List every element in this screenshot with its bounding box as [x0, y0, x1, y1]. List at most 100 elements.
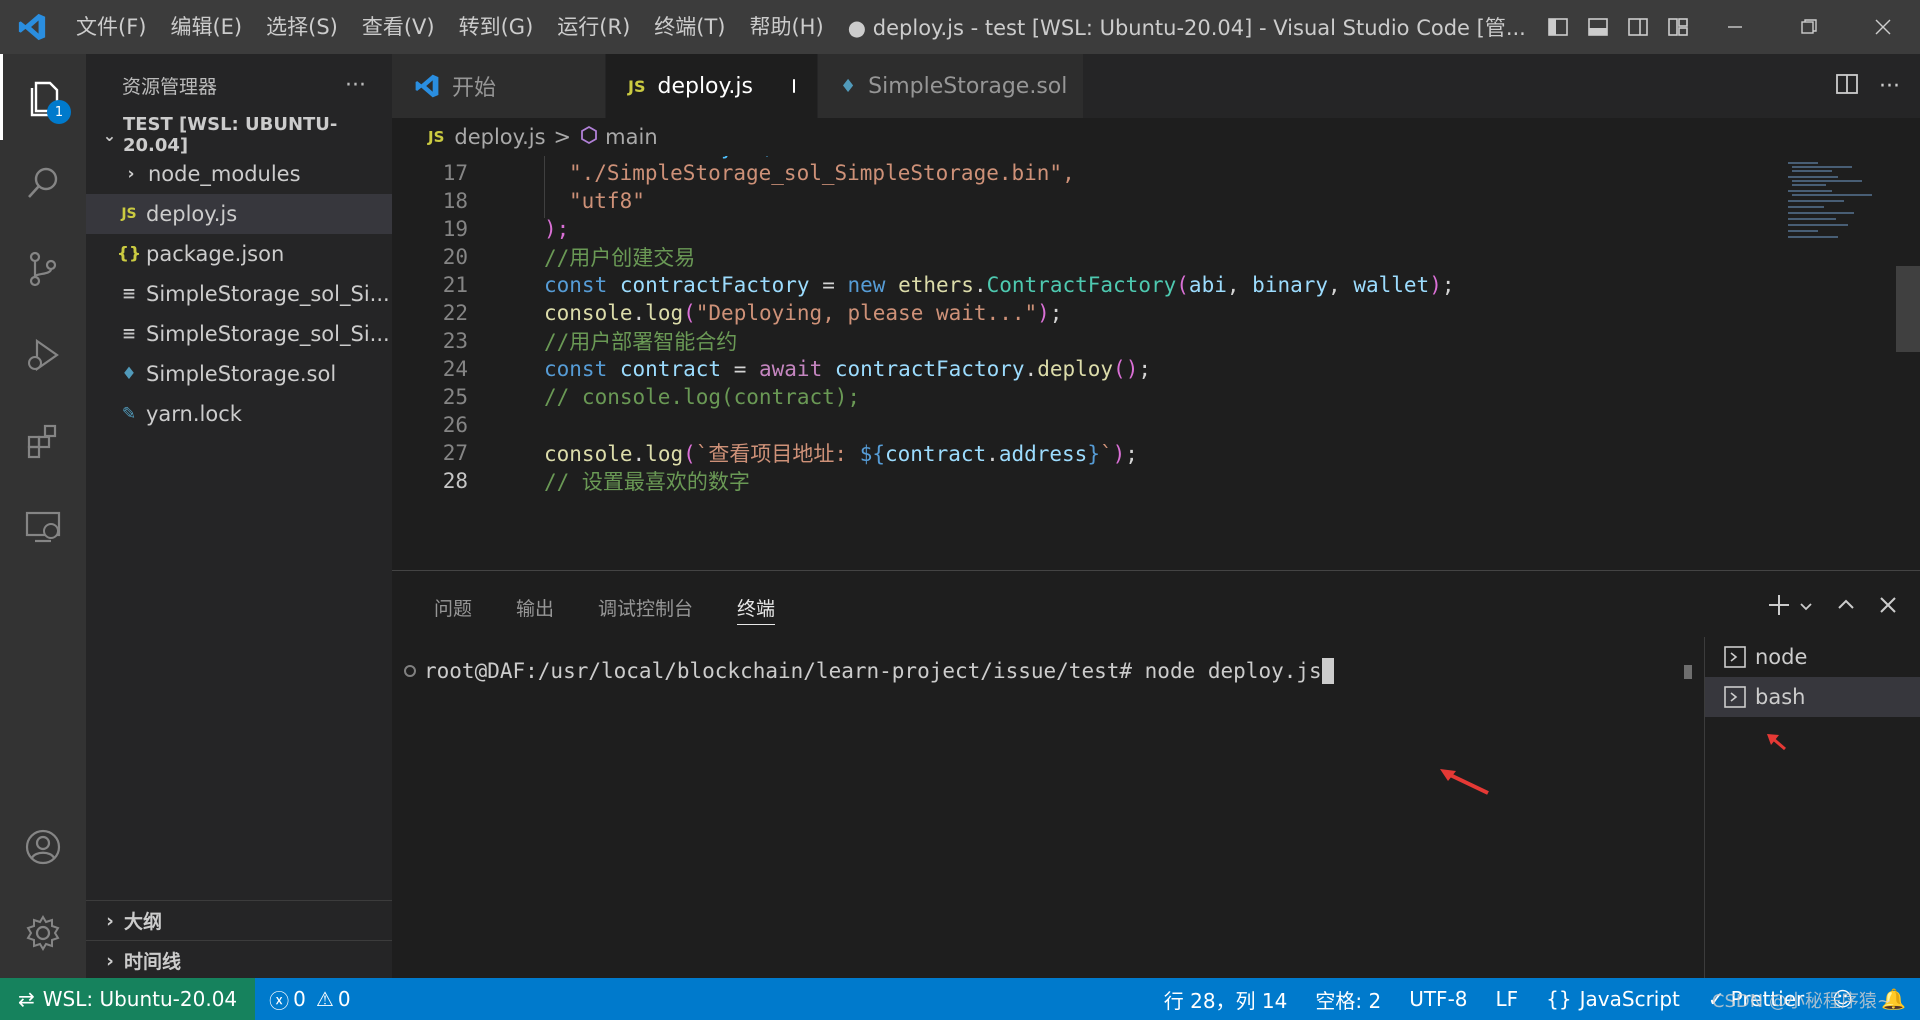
language-mode[interactable]: {} JavaScript [1532, 978, 1694, 1020]
encoding[interactable]: UTF-8 [1395, 978, 1481, 1020]
tab-debug-console[interactable]: 调试控制台 [576, 571, 715, 643]
line-number: 21 [442, 273, 468, 297]
source-control-icon[interactable] [0, 226, 86, 312]
tab-label: 开始 [452, 76, 497, 101]
code-text: const contractFactory = new ethers.Contr… [544, 273, 1455, 297]
workspace-label: TEST [WSL: UBUNTU-20.04] [122, 114, 338, 156]
remote-indicator[interactable]: ⇄ WSL: Ubuntu-20.04 [0, 978, 256, 1020]
code-text: // 设置最喜欢的数字 [544, 470, 750, 494]
remote-explorer-icon[interactable] [0, 484, 86, 570]
terminal-icon [1723, 645, 1747, 669]
tab-deploy-js[interactable]: JS deploy.js [606, 54, 818, 118]
code-text: ); [544, 217, 570, 241]
chevron-down-icon[interactable] [1798, 595, 1814, 619]
chevron-down-icon: ⌄ [102, 125, 117, 145]
tree-item-simplestorage-abi[interactable]: ≡ SimpleStorage_sol_Si... [86, 274, 392, 314]
tab-label: deploy.js [657, 73, 753, 99]
toggle-sidebar-icon[interactable] [1538, 0, 1578, 54]
tree-item-package-json[interactable]: {} package.json [86, 234, 392, 274]
tree-item-yarn-lock[interactable]: ✎ yarn.lock [86, 394, 392, 434]
menu-bar: 文件(F) 编辑(E) 选择(S) 查看(V) 转到(G) 运行(R) 终端(T… [64, 0, 836, 54]
terminal-tab-label: bash [1755, 685, 1806, 709]
tree-item-simplestorage-sol[interactable]: ♦ SimpleStorage.sol [86, 354, 392, 394]
close-button[interactable] [1846, 0, 1920, 54]
editor-tabs: 开始 JS deploy.js ♦ SimpleStorage.sol ··· [392, 54, 1920, 118]
tab-output[interactable]: 输出 [494, 571, 576, 643]
symbol-icon [579, 125, 599, 150]
more-actions-icon[interactable]: ··· [1879, 74, 1900, 99]
run-debug-icon[interactable] [0, 312, 86, 398]
tab-terminal[interactable]: 终端 [715, 571, 797, 643]
bottom-panel: 问题 输出 调试控制台 终端 root@DAF:/usr/local/block… [392, 570, 1920, 979]
timeline-section[interactable]: › 时间线 [86, 940, 392, 980]
terminal-view[interactable]: root@DAF:/usr/local/blockchain/learn-pro… [404, 653, 1704, 953]
toggle-secondary-sidebar-icon[interactable] [1618, 0, 1658, 54]
minimap[interactable] [1784, 156, 1904, 276]
error-count: 0 [293, 987, 306, 1011]
split-editor-icon[interactable] [1835, 72, 1859, 101]
menu-terminal[interactable]: 终端(T) [642, 0, 737, 54]
menu-edit[interactable]: 编辑(E) [158, 0, 254, 54]
line-number: 18 [442, 189, 468, 213]
terminal-tab-bash[interactable]: bash [1705, 677, 1920, 717]
code-text: const contract = await contractFactory.d… [544, 357, 1152, 381]
terminal-tab-node[interactable]: node [1705, 637, 1920, 677]
problems-indicator[interactable]: ⓧ 0 ⚠ 0 [255, 978, 364, 1020]
close-panel-icon[interactable] [1878, 595, 1898, 620]
maximize-panel-icon[interactable] [1836, 595, 1856, 620]
terminal-prompt: root@DAF:/usr/local/blockchain/learn-pro… [424, 659, 1145, 683]
menu-view[interactable]: 查看(V) [350, 0, 447, 54]
terminal-tabs-list: node bash [1704, 637, 1920, 979]
code-text: console.log("Deploying, please wait...")… [544, 301, 1063, 325]
code-editor[interactable]: 16 fs.readFileSync( 17 "./SimpleStorage_… [392, 156, 1920, 570]
indentation[interactable]: 空格: 2 [1301, 978, 1395, 1020]
extensions-icon[interactable] [0, 398, 86, 484]
minimize-button[interactable] [1698, 0, 1772, 54]
tree-item-deploy-js[interactable]: JS deploy.js [86, 194, 392, 234]
more-actions-button[interactable]: ··· [345, 73, 366, 98]
end-of-line[interactable]: LF [1482, 978, 1533, 1020]
activity-bar: 1 [0, 54, 86, 978]
remote-icon: ⇄ [18, 987, 35, 1011]
restore-button[interactable] [1772, 0, 1846, 54]
menu-file[interactable]: 文件(F) [64, 0, 158, 54]
customize-layout-icon[interactable] [1658, 0, 1698, 54]
js-file-icon: JS [121, 206, 137, 222]
explorer-icon[interactable]: 1 [0, 54, 89, 140]
toggle-panel-icon[interactable] [1578, 0, 1618, 54]
menu-help[interactable]: 帮助(H) [737, 0, 835, 54]
search-icon[interactable] [0, 140, 86, 226]
breadcrumb-file[interactable]: deploy.js [454, 125, 545, 149]
error-icon: ⓧ [269, 988, 290, 1013]
tab-simplestorage-sol[interactable]: ♦ SimpleStorage.sol [818, 54, 1084, 118]
tree-item-node-modules[interactable]: › node_modules [86, 154, 392, 194]
prettier-status[interactable]: ✓ Prettier CSDN @小秘程序猿~ [1694, 978, 1892, 1020]
menu-selection[interactable]: 选择(S) [254, 0, 350, 54]
js-icon: JS [428, 128, 445, 146]
new-terminal-icon[interactable] [1766, 592, 1792, 623]
line-number: 25 [442, 385, 468, 409]
settings-gear-icon[interactable] [0, 890, 86, 976]
tree-item-simplestorage-bin[interactable]: ≡ SimpleStorage_sol_Si... [86, 314, 392, 354]
terminal-icon [1723, 685, 1747, 709]
cursor-position[interactable]: 行 28，列 14 [1150, 978, 1302, 1020]
code-text: console.log(`查看项目地址: ${contract.address}… [544, 442, 1138, 466]
tab-welcome[interactable]: 开始 [392, 54, 606, 118]
tab-problems[interactable]: 问题 [412, 571, 494, 643]
unsaved-dot-icon[interactable] [792, 79, 795, 93]
remote-label: WSL: Ubuntu-20.04 [42, 987, 238, 1011]
braces-icon: {} [1546, 987, 1572, 1011]
outline-section[interactable]: › 大纲 [86, 900, 392, 940]
line-number: 28 [442, 469, 468, 493]
accounts-icon[interactable] [0, 804, 86, 890]
breadcrumb-symbol[interactable]: main [605, 125, 657, 149]
menu-go[interactable]: 转到(G) [447, 0, 546, 54]
workspace-section[interactable]: ⌄ TEST [WSL: UBUNTU-20.04] [86, 114, 392, 156]
title-bar: 文件(F) 编辑(E) 选择(S) 查看(V) 转到(G) 运行(R) 终端(T… [0, 0, 1920, 54]
terminal-scrollbar[interactable] [1684, 665, 1692, 679]
tree-item-label: deploy.js [146, 202, 238, 226]
tree-item-label: SimpleStorage.sol [146, 362, 337, 386]
editor-scrollbar[interactable] [1896, 266, 1920, 352]
js-icon: JS [628, 76, 646, 96]
menu-run[interactable]: 运行(R) [545, 0, 642, 54]
